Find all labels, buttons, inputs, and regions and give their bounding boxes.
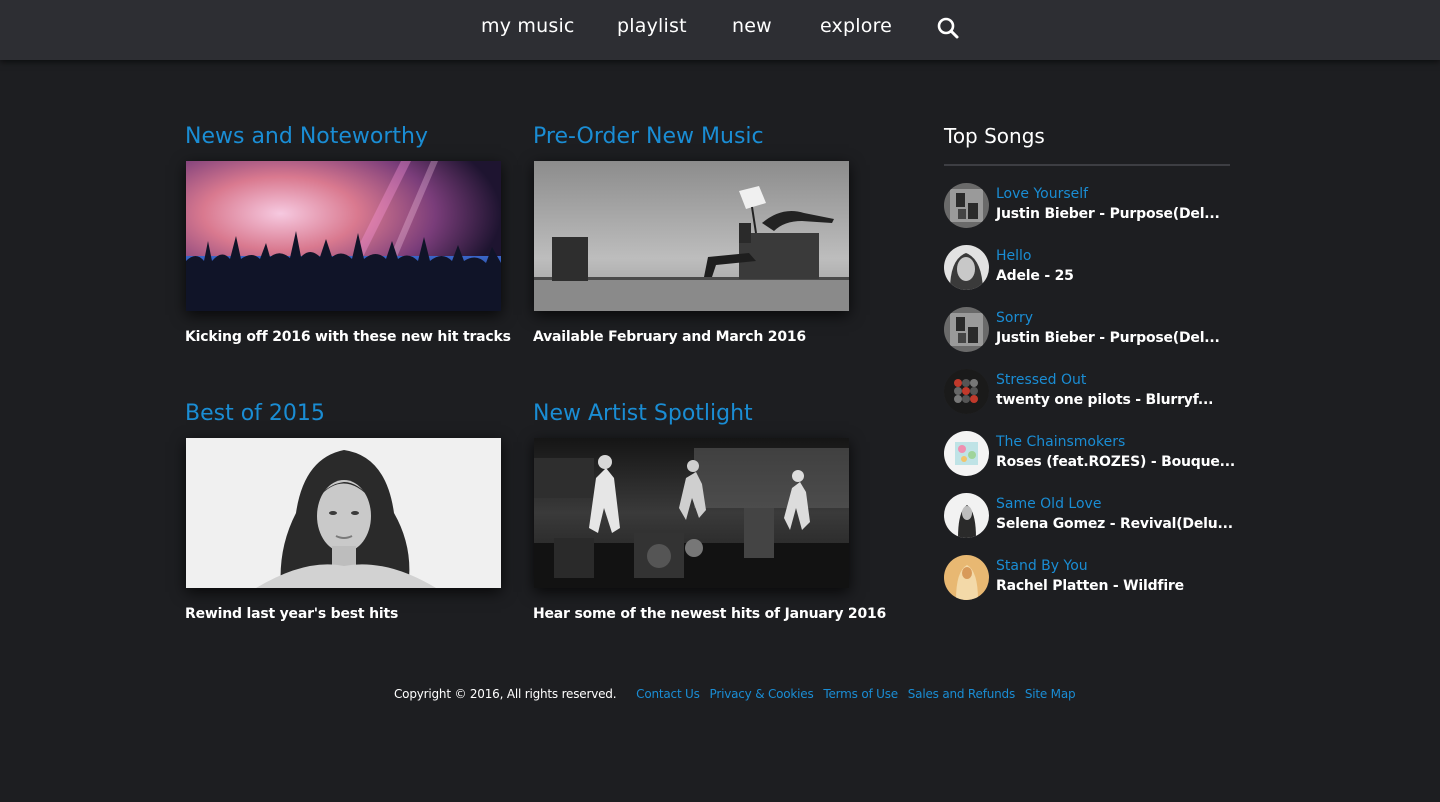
song-title: Love Yourself (996, 186, 1089, 202)
footer: Copyright © 2016, All rights reserved. C… (394, 687, 1076, 701)
album-art (944, 431, 989, 476)
song-artist-album: Justin Bieber - Purpose(Del... (996, 206, 1220, 222)
song-item-sorry[interactable]: Sorry Justin Bieber - Purpose(Del... (944, 307, 1230, 355)
nav-new[interactable]: new (732, 15, 772, 37)
footer-link-site-map[interactable]: Site Map (1025, 687, 1076, 701)
blown-away-man-image[interactable] (534, 161, 849, 311)
song-item-stressed-out[interactable]: Stressed Out twenty one pilots - Blurryf… (944, 369, 1230, 417)
album-art (944, 245, 989, 290)
song-item-love-yourself[interactable]: Love Yourself Justin Bieber - Purpose(De… (944, 183, 1230, 231)
footer-link-sales-and-refunds[interactable]: Sales and Refunds (908, 687, 1015, 701)
footer-link-contact-us[interactable]: Contact Us (636, 687, 700, 701)
song-item-stand-by-you[interactable]: Stand By You Rachel Platten - Wildfire (944, 555, 1230, 603)
footer-link-privacy-cookies[interactable]: Privacy & Cookies (710, 687, 814, 701)
album-art (944, 183, 989, 228)
song-artist-album: Justin Bieber - Purpose(Del... (996, 330, 1220, 346)
divider (944, 164, 1230, 166)
card-caption: Available February and March 2016 (533, 329, 806, 345)
song-item-hello[interactable]: Hello Adele - 25 (944, 245, 1230, 293)
nav-explore[interactable]: explore (820, 15, 892, 37)
search-icon[interactable] (936, 16, 960, 40)
song-title: Stand By You (996, 558, 1088, 574)
song-item-the-chainsmokers[interactable]: The Chainsmokers Roses (feat.ROZES) - Bo… (944, 431, 1235, 479)
song-artist-album: Adele - 25 (996, 268, 1074, 284)
nav-my-music[interactable]: my music (481, 15, 575, 37)
card-title[interactable]: New Artist Spotlight (533, 401, 753, 426)
album-art (944, 493, 989, 538)
concert-crowd-image[interactable] (186, 161, 501, 311)
top-songs-title: Top Songs (944, 124, 1045, 148)
footer-link-terms-of-use[interactable]: Terms of Use (823, 687, 898, 701)
card-title[interactable]: Best of 2015 (185, 401, 325, 426)
album-art (944, 369, 989, 414)
song-title: Hello (996, 248, 1032, 264)
live-band-image[interactable] (534, 438, 849, 588)
card-caption: Hear some of the newest hits of January … (533, 606, 887, 622)
top-nav: my music playlist new explore (0, 0, 1440, 60)
card-caption: Rewind last year's best hits (185, 606, 399, 622)
album-art (944, 307, 989, 352)
song-item-same-old-love[interactable]: Same Old Love Selena Gomez - Revival(Del… (944, 493, 1233, 541)
song-artist-album: Rachel Platten - Wildfire (996, 578, 1184, 594)
song-title: Sorry (996, 310, 1034, 326)
album-art (944, 555, 989, 600)
portrait-woman-image[interactable] (186, 438, 501, 588)
card-title[interactable]: News and Noteworthy (185, 124, 428, 149)
card-title[interactable]: Pre-Order New Music (533, 124, 764, 149)
card-caption: Kicking off 2016 with these new hit trac… (185, 329, 511, 345)
nav-playlist[interactable]: playlist (617, 15, 687, 37)
copyright-text: Copyright © 2016, All rights reserved. (394, 687, 617, 701)
song-title: Stressed Out (996, 372, 1087, 388)
song-artist-album: Selena Gomez - Revival(Delu... (996, 516, 1233, 532)
song-artist-album: twenty one pilots - Blurryf... (996, 392, 1214, 408)
song-artist-album: Roses (feat.ROZES) - Bouque... (996, 454, 1236, 470)
song-title: Same Old Love (996, 496, 1102, 512)
song-title: The Chainsmokers (996, 434, 1126, 450)
